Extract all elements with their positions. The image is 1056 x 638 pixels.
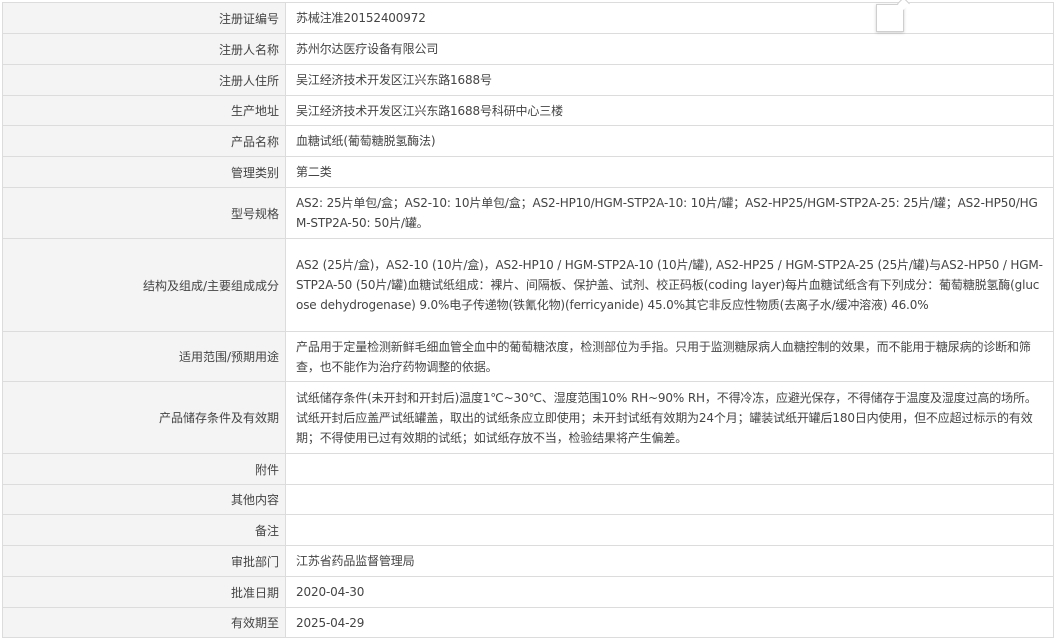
field-value-production-address: 吴江经济技术开发区江兴东路1688号科研中心三楼	[285, 95, 1054, 126]
field-label-approval-date: 批准日期	[2, 576, 286, 608]
table-row: 适用范围/预期用途 产品用于定量检测新鲜毛细血管全血中的葡萄糖浓度，检测部位为手…	[2, 331, 1054, 382]
field-value-approval-department: 江苏省药品监督管理局	[285, 545, 1054, 577]
field-label-composition: 结构及组成/主要组成成分	[2, 238, 286, 332]
field-value-management-category: 第二类	[285, 156, 1054, 188]
table-row: 审批部门 江苏省药品监督管理局	[2, 545, 1054, 577]
table-row: 批准日期 2020-04-30	[2, 576, 1054, 608]
field-value-registrant-name: 苏州尔达医疗设备有限公司	[285, 33, 1054, 65]
field-label-attachments: 附件	[2, 453, 286, 485]
field-label-valid-until: 有效期至	[2, 607, 286, 638]
table-row: 附件	[2, 453, 1054, 485]
field-value-model-spec: AS2: 25片单包/盒；AS2-10: 10片单包/盒；AS2-HP10/HG…	[285, 187, 1054, 239]
field-label-production-address: 生产地址	[2, 95, 286, 126]
field-label-management-category: 管理类别	[2, 156, 286, 188]
field-value-valid-until: 2025-04-29	[285, 607, 1054, 638]
field-value-registrant-address: 吴江经济技术开发区江兴东路1688号	[285, 64, 1054, 96]
table-row: 注册人名称 苏州尔达医疗设备有限公司	[2, 33, 1054, 65]
table-row: 备注	[2, 514, 1054, 546]
field-value-composition: AS2 (25片/盒)，AS2-10 (10片/盒)，AS2-HP10 / HG…	[285, 238, 1054, 332]
field-label-registrant-address: 注册人住所	[2, 64, 286, 96]
field-value-attachments	[285, 453, 1054, 485]
field-value-other-content	[285, 484, 1054, 515]
field-value-storage-validity: 试纸储存条件(未开封和开封后)温度1℃~30℃、湿度范围10% RH~90% R…	[285, 381, 1054, 454]
field-label-registrant-name: 注册人名称	[2, 33, 286, 65]
registration-detail-table: 注册证编号 苏械注准20152400972 注册人名称 苏州尔达医疗设备有限公司…	[2, 2, 1054, 638]
tooltip-popup	[876, 4, 904, 32]
table-row: 有效期至 2025-04-29	[2, 607, 1054, 638]
table-row: 产品名称 血糖试纸(葡萄糖脱氢酶法)	[2, 125, 1054, 157]
field-value-product-name: 血糖试纸(葡萄糖脱氢酶法)	[285, 125, 1054, 157]
table-row: 生产地址 吴江经济技术开发区江兴东路1688号科研中心三楼	[2, 95, 1054, 126]
field-label-approval-department: 审批部门	[2, 545, 286, 577]
field-label-remarks: 备注	[2, 514, 286, 546]
table-row: 产品储存条件及有效期 试纸储存条件(未开封和开封后)温度1℃~30℃、湿度范围1…	[2, 381, 1054, 454]
table-row: 管理类别 第二类	[2, 156, 1054, 188]
table-row: 结构及组成/主要组成成分 AS2 (25片/盒)，AS2-10 (10片/盒)，…	[2, 238, 1054, 332]
field-value-remarks	[285, 514, 1054, 546]
field-label-model-spec: 型号规格	[2, 187, 286, 239]
table-row: 其他内容	[2, 484, 1054, 515]
table-row: 注册人住所 吴江经济技术开发区江兴东路1688号	[2, 64, 1054, 96]
field-label-other-content: 其他内容	[2, 484, 286, 515]
field-label-storage-validity: 产品储存条件及有效期	[2, 381, 286, 454]
field-value-intended-use: 产品用于定量检测新鲜毛细血管全血中的葡萄糖浓度，检测部位为手指。只用于监测糖尿病…	[285, 331, 1054, 382]
field-value-approval-date: 2020-04-30	[285, 576, 1054, 608]
field-label-product-name: 产品名称	[2, 125, 286, 157]
field-value-registration-number: 苏械注准20152400972	[285, 2, 1054, 34]
table-row: 型号规格 AS2: 25片单包/盒；AS2-10: 10片单包/盒；AS2-HP…	[2, 187, 1054, 239]
field-label-registration-number: 注册证编号	[2, 2, 286, 34]
field-label-intended-use: 适用范围/预期用途	[2, 331, 286, 382]
